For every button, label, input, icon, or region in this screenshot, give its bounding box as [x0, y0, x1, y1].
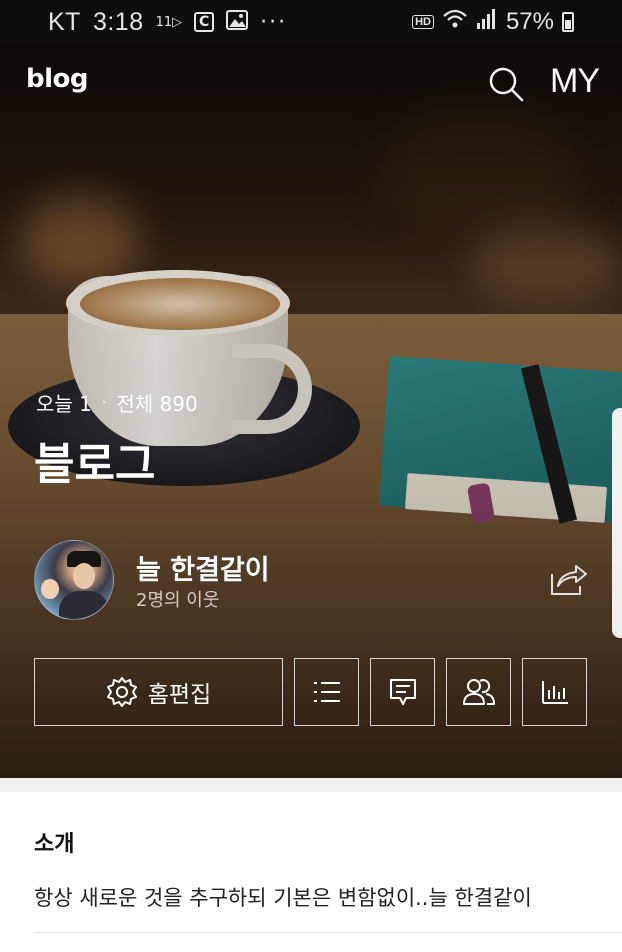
scroll-handle[interactable]: [612, 408, 622, 638]
comment-icon: [389, 679, 416, 705]
c-notification-icon: C: [194, 12, 215, 32]
hd-voice-icon: HD: [412, 15, 434, 29]
stats-button[interactable]: [522, 658, 587, 726]
battery-percent: 57%: [505, 8, 554, 35]
profile-name[interactable]: 늘 한결같이: [136, 548, 270, 587]
gallery-notification-icon: [226, 8, 249, 36]
post-list-button[interactable]: [294, 658, 359, 726]
wifi-icon: [442, 8, 468, 36]
intro-heading: 소개: [34, 832, 75, 857]
avatar-face: [73, 563, 95, 589]
status-left: KT 3:18 11▷ C ···: [48, 8, 287, 37]
battery-icon: [562, 12, 574, 32]
visit-stats: 오늘 1 · 전체 890: [36, 388, 198, 417]
search-button[interactable]: [486, 64, 526, 104]
intro-text: 항상 새로운 것을 추구하되 기본은 변함없이..늘 한결같이: [34, 886, 532, 910]
blog-action-bar: 홈편집: [34, 658, 588, 726]
bar-chart-icon: [541, 681, 568, 704]
intro-section: 소개 항상 새로운 것을 추구하되 기본은 변함없이..늘 한결같이: [0, 792, 622, 952]
11st-notification-icon: 11▷: [155, 14, 183, 30]
stats-separator: ·: [101, 394, 107, 411]
total-visits: 전체 890: [116, 392, 198, 416]
avatar[interactable]: [34, 540, 114, 620]
gear-icon: [106, 677, 137, 707]
share-button[interactable]: [550, 562, 588, 596]
avatar-child: [41, 579, 59, 599]
home-edit-label: 홈편집: [147, 682, 212, 708]
more-notifications-icon: ···: [260, 9, 288, 35]
status-right: HD 57%: [412, 8, 574, 36]
avatar-body: [59, 591, 109, 619]
my-button[interactable]: MY: [550, 62, 600, 101]
today-visits: 오늘 1: [36, 392, 92, 416]
signal-icon: [476, 8, 498, 36]
intro-divider: [34, 932, 622, 933]
profile-block: 늘 한결같이 2명의 이웃: [34, 540, 594, 620]
home-edit-button[interactable]: 홈편집: [34, 658, 283, 726]
blog-logo[interactable]: blog: [26, 64, 89, 94]
search-icon: [489, 67, 524, 102]
top-nav: blog MY: [0, 44, 622, 124]
clock: 3:18: [92, 7, 144, 36]
guestbook-button[interactable]: [370, 658, 435, 726]
neighbor-count[interactable]: 2명의 이웃: [136, 586, 219, 612]
share-icon: [551, 565, 587, 595]
section-separator: [0, 778, 622, 792]
carrier-label: KT: [48, 7, 81, 36]
blog-cover: blog MY 오늘 1 · 전체 890 블로그 늘 한결같이 2명의 이웃: [0, 44, 622, 778]
neighbors-button[interactable]: [446, 658, 511, 726]
list-icon: [313, 682, 340, 702]
blog-title: 블로그: [34, 439, 156, 490]
people-icon: [462, 679, 495, 705]
status-bar: KT 3:18 11▷ C ··· HD 57%: [0, 0, 622, 44]
